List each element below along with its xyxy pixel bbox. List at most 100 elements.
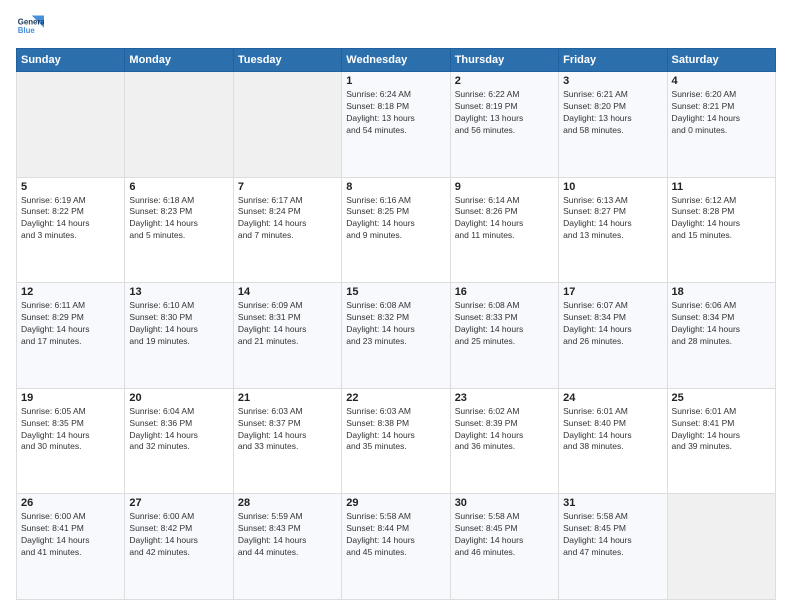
day-info: Sunrise: 5:58 AM Sunset: 8:44 PM Dayligh…	[346, 511, 445, 559]
calendar-cell: 10 Sunrise: 6:13 AM Sunset: 8:27 PM Dayli…	[559, 177, 667, 283]
weekday-header-row: SundayMondayTuesdayWednesdayThursdayFrid…	[17, 49, 776, 72]
day-info: Sunrise: 6:17 AM Sunset: 8:24 PM Dayligh…	[238, 195, 337, 243]
day-info: Sunrise: 6:01 AM Sunset: 8:41 PM Dayligh…	[672, 406, 771, 454]
day-info: Sunrise: 6:16 AM Sunset: 8:25 PM Dayligh…	[346, 195, 445, 243]
day-info: Sunrise: 6:03 AM Sunset: 8:38 PM Dayligh…	[346, 406, 445, 454]
calendar-cell: 22 Sunrise: 6:03 AM Sunset: 8:38 PM Dayli…	[342, 388, 450, 494]
logo-icon: General Blue	[16, 12, 44, 40]
calendar-cell: 15Sunrise: 6:08 AM Sunset: 8:32 PM Dayli…	[342, 283, 450, 389]
day-number: 15	[346, 286, 445, 298]
day-info: Sunrise: 6:10 AM Sunset: 8:30 PM Dayligh…	[129, 300, 228, 348]
day-info: Sunrise: 6:00 AM Sunset: 8:41 PM Dayligh…	[21, 511, 120, 559]
calendar-cell: 17 Sunrise: 6:07 AM Sunset: 8:34 PM Dayli…	[559, 283, 667, 389]
day-number: 17	[563, 286, 662, 298]
day-info: Sunrise: 6:06 AM Sunset: 8:34 PM Dayligh…	[672, 300, 771, 348]
day-number: 14	[238, 286, 337, 298]
calendar-cell: 3Sunrise: 6:21 AM Sunset: 8:20 PM Daylig…	[559, 72, 667, 178]
weekday-header-thursday: Thursday	[450, 49, 558, 72]
day-number: 18	[672, 286, 771, 298]
calendar-cell: 25Sunrise: 6:01 AM Sunset: 8:41 PM Dayli…	[667, 388, 775, 494]
calendar-cell	[17, 72, 125, 178]
calendar-week-row: 26Sunrise: 6:00 AM Sunset: 8:41 PM Dayli…	[17, 494, 776, 600]
svg-text:Blue: Blue	[18, 26, 36, 35]
calendar-cell: 9Sunrise: 6:14 AM Sunset: 8:26 PM Daylig…	[450, 177, 558, 283]
calendar-cell: 20Sunrise: 6:04 AM Sunset: 8:36 PM Dayli…	[125, 388, 233, 494]
day-info: Sunrise: 6:07 AM Sunset: 8:34 PM Dayligh…	[563, 300, 662, 348]
header: General Blue	[16, 12, 776, 40]
day-info: Sunrise: 6:02 AM Sunset: 8:39 PM Dayligh…	[455, 406, 554, 454]
calendar-cell: 21 Sunrise: 6:03 AM Sunset: 8:37 PM Dayli…	[233, 388, 341, 494]
calendar-week-row: 5 Sunrise: 6:19 AM Sunset: 8:22 PM Daylig…	[17, 177, 776, 283]
day-number: 1	[346, 75, 445, 87]
calendar-cell: 19 Sunrise: 6:05 AM Sunset: 8:35 PM Dayli…	[17, 388, 125, 494]
day-number: 6	[129, 181, 228, 193]
day-number: 9	[455, 181, 554, 193]
calendar-cell: 6 Sunrise: 6:18 AM Sunset: 8:23 PM Daylig…	[125, 177, 233, 283]
day-number: 21	[238, 392, 337, 404]
logo: General Blue	[16, 12, 44, 40]
day-info: Sunrise: 6:08 AM Sunset: 8:33 PM Dayligh…	[455, 300, 554, 348]
weekday-header-wednesday: Wednesday	[342, 49, 450, 72]
day-info: Sunrise: 6:18 AM Sunset: 8:23 PM Dayligh…	[129, 195, 228, 243]
day-info: Sunrise: 6:20 AM Sunset: 8:21 PM Dayligh…	[672, 89, 771, 137]
calendar-cell: 7Sunrise: 6:17 AM Sunset: 8:24 PM Daylig…	[233, 177, 341, 283]
calendar-week-row: 12 Sunrise: 6:11 AM Sunset: 8:29 PM Dayli…	[17, 283, 776, 389]
calendar-cell: 18 Sunrise: 6:06 AM Sunset: 8:34 PM Dayli…	[667, 283, 775, 389]
day-info: Sunrise: 6:01 AM Sunset: 8:40 PM Dayligh…	[563, 406, 662, 454]
day-info: Sunrise: 6:12 AM Sunset: 8:28 PM Dayligh…	[672, 195, 771, 243]
day-info: Sunrise: 6:05 AM Sunset: 8:35 PM Dayligh…	[21, 406, 120, 454]
day-info: Sunrise: 5:58 AM Sunset: 8:45 PM Dayligh…	[563, 511, 662, 559]
page: General Blue SundayMondayTuesdayWednesda…	[0, 0, 792, 612]
calendar-cell: 28Sunrise: 5:59 AM Sunset: 8:43 PM Dayli…	[233, 494, 341, 600]
day-number: 29	[346, 497, 445, 509]
calendar-cell: 26Sunrise: 6:00 AM Sunset: 8:41 PM Dayli…	[17, 494, 125, 600]
day-number: 10	[563, 181, 662, 193]
day-info: Sunrise: 6:19 AM Sunset: 8:22 PM Dayligh…	[21, 195, 120, 243]
day-info: Sunrise: 6:24 AM Sunset: 8:18 PM Dayligh…	[346, 89, 445, 137]
calendar-cell: 24 Sunrise: 6:01 AM Sunset: 8:40 PM Dayli…	[559, 388, 667, 494]
weekday-header-monday: Monday	[125, 49, 233, 72]
day-info: Sunrise: 6:22 AM Sunset: 8:19 PM Dayligh…	[455, 89, 554, 137]
calendar-cell: 14 Sunrise: 6:09 AM Sunset: 8:31 PM Dayli…	[233, 283, 341, 389]
day-number: 2	[455, 75, 554, 87]
day-number: 11	[672, 181, 771, 193]
day-info: Sunrise: 6:09 AM Sunset: 8:31 PM Dayligh…	[238, 300, 337, 348]
weekday-header-sunday: Sunday	[17, 49, 125, 72]
day-number: 13	[129, 286, 228, 298]
calendar-cell: 8 Sunrise: 6:16 AM Sunset: 8:25 PM Daylig…	[342, 177, 450, 283]
day-number: 5	[21, 181, 120, 193]
svg-text:General: General	[18, 17, 44, 26]
calendar-cell: 1 Sunrise: 6:24 AM Sunset: 8:18 PM Daylig…	[342, 72, 450, 178]
weekday-header-tuesday: Tuesday	[233, 49, 341, 72]
day-number: 12	[21, 286, 120, 298]
day-info: Sunrise: 6:04 AM Sunset: 8:36 PM Dayligh…	[129, 406, 228, 454]
calendar-table: SundayMondayTuesdayWednesdayThursdayFrid…	[16, 48, 776, 600]
calendar-cell: 11 Sunrise: 6:12 AM Sunset: 8:28 PM Dayli…	[667, 177, 775, 283]
day-number: 16	[455, 286, 554, 298]
calendar-cell	[125, 72, 233, 178]
calendar-cell: 2 Sunrise: 6:22 AM Sunset: 8:19 PM Daylig…	[450, 72, 558, 178]
day-number: 24	[563, 392, 662, 404]
day-number: 27	[129, 497, 228, 509]
calendar-cell: 12 Sunrise: 6:11 AM Sunset: 8:29 PM Dayli…	[17, 283, 125, 389]
calendar-cell: 23Sunrise: 6:02 AM Sunset: 8:39 PM Dayli…	[450, 388, 558, 494]
day-info: Sunrise: 6:03 AM Sunset: 8:37 PM Dayligh…	[238, 406, 337, 454]
calendar-cell: 4 Sunrise: 6:20 AM Sunset: 8:21 PM Daylig…	[667, 72, 775, 178]
calendar-week-row: 1 Sunrise: 6:24 AM Sunset: 8:18 PM Daylig…	[17, 72, 776, 178]
day-number: 8	[346, 181, 445, 193]
calendar-cell: 5 Sunrise: 6:19 AM Sunset: 8:22 PM Daylig…	[17, 177, 125, 283]
day-number: 22	[346, 392, 445, 404]
day-number: 3	[563, 75, 662, 87]
day-number: 28	[238, 497, 337, 509]
day-info: Sunrise: 6:11 AM Sunset: 8:29 PM Dayligh…	[21, 300, 120, 348]
day-number: 19	[21, 392, 120, 404]
day-number: 31	[563, 497, 662, 509]
weekday-header-saturday: Saturday	[667, 49, 775, 72]
day-number: 4	[672, 75, 771, 87]
calendar-week-row: 19 Sunrise: 6:05 AM Sunset: 8:35 PM Dayli…	[17, 388, 776, 494]
day-info: Sunrise: 6:13 AM Sunset: 8:27 PM Dayligh…	[563, 195, 662, 243]
weekday-header-friday: Friday	[559, 49, 667, 72]
day-info: Sunrise: 6:00 AM Sunset: 8:42 PM Dayligh…	[129, 511, 228, 559]
day-info: Sunrise: 5:58 AM Sunset: 8:45 PM Dayligh…	[455, 511, 554, 559]
calendar-cell: 30Sunrise: 5:58 AM Sunset: 8:45 PM Dayli…	[450, 494, 558, 600]
